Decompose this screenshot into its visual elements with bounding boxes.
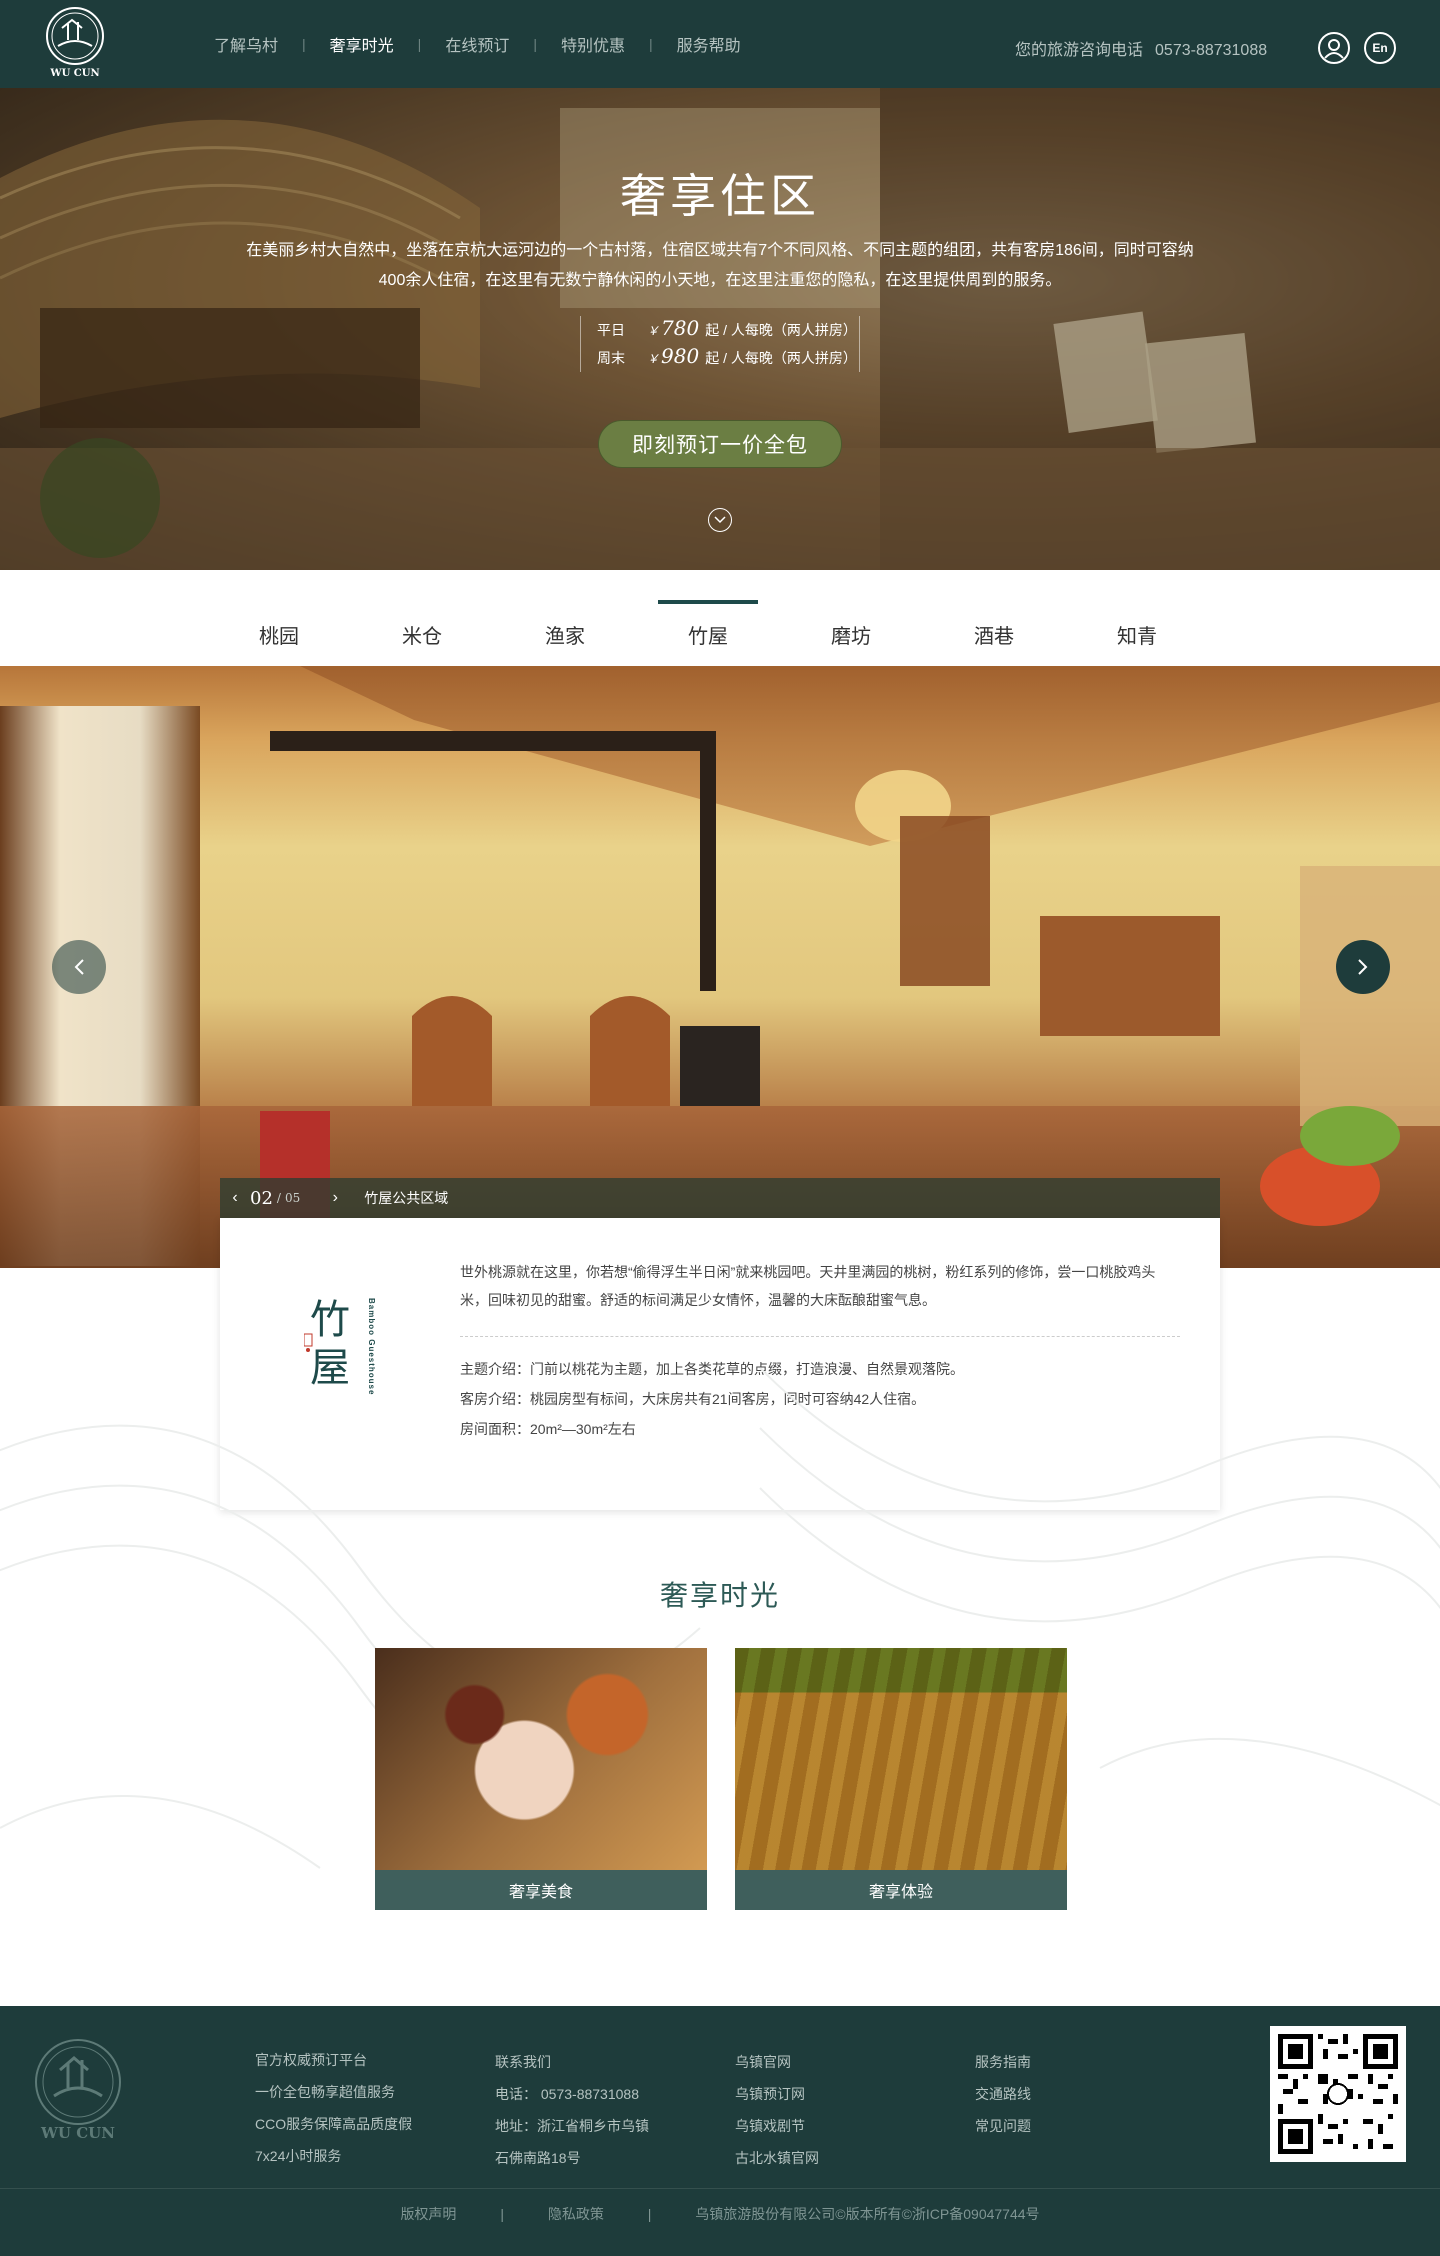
food-image (375, 1648, 707, 1870)
luxury-card-food[interactable]: 奢享美食 (375, 1648, 707, 1910)
hotline-number: 0573-88731088 (1155, 42, 1268, 59)
footer-text: CCO服务保障高品质度假 (255, 2116, 413, 2132)
tab-label: 酒巷 (974, 626, 1014, 648)
chevron-down-icon[interactable] (708, 508, 732, 532)
privacy-link[interactable]: 隐私政策 (548, 2206, 604, 2222)
copyright-text: 乌镇旅游股份有限公司©版本所有©浙ICP备09047744号 (695, 2206, 1040, 2222)
chevron-left-icon (74, 959, 84, 975)
footer-col-help: 服务指南 交通路线 常见问题 (975, 2046, 1031, 2142)
footer-link[interactable]: 常见问题 (975, 2110, 1031, 2142)
footer-phone: 电话： 0573-88731088 (495, 2086, 639, 2102)
footer-logo[interactable]: WU CUN (32, 2036, 124, 2144)
price-weekend: 周末 ￥ 980 起 / 人每晚（两人拼房） (581, 344, 859, 372)
footer-bottom-bar: 版权声明 | 隐私政策 | 乌镇旅游股份有限公司©版本所有©浙ICP备09047… (0, 2204, 1440, 2224)
gallery-prev-button[interactable] (52, 940, 106, 994)
price-label: 平日 (597, 322, 625, 338)
tab-taoyuan[interactable]: 桃园 (229, 600, 329, 666)
hotline-label: 您的旅游咨询电话 (1015, 42, 1144, 59)
hero-title: 奢享住区 (620, 169, 820, 223)
hotline: 您的旅游咨询电话 0573-88731088 (1015, 36, 1267, 60)
footer-text: 7x24小时服务 (255, 2148, 342, 2164)
tab-yujia[interactable]: 渔家 (515, 600, 615, 666)
nav-booking[interactable]: 在线预订 (421, 32, 533, 56)
footer-logo-text: WU CUN (41, 2124, 115, 2142)
footer-separator: | (500, 2206, 504, 2222)
tab-micang[interactable]: 米仓 (372, 600, 472, 666)
footer-col-services: 官方权威预订平台 一价全包畅享超值服务 CCO服务保障高品质度假 7x24小时服… (255, 2044, 412, 2172)
footer-col-links: 乌镇官网 乌镇预订网 乌镇戏剧节 古北水镇官网 (735, 2046, 819, 2174)
experience-image (735, 1648, 1067, 1870)
tab-label: 桃园 (259, 626, 299, 648)
footer-address: 地址：浙江省桐乡市乌镇 (495, 2118, 649, 2134)
price-label: 周末 (597, 350, 625, 366)
footer-text: 一价全包畅享超值服务 (255, 2084, 395, 2100)
hero-description: 在美丽乡村大自然中，坐落在京杭大运河边的一个古村落，住宿区域共有7个不同风格、不… (246, 242, 1194, 289)
caption-prev-icon[interactable]: ‹ (220, 1189, 250, 1207)
tab-label: 磨坊 (831, 626, 871, 648)
tab-mofang[interactable]: 磨坊 (801, 600, 901, 666)
slide-caption: 竹屋公共区域 (364, 1190, 449, 1206)
tab-label: 知青 (1117, 626, 1157, 648)
book-now-button[interactable]: 即刻预订一价全包 (598, 420, 842, 468)
site-logo[interactable]: WU CUN (44, 6, 106, 82)
language-toggle[interactable]: En (1364, 32, 1396, 64)
card-label: 奢享美食 (375, 1870, 707, 1910)
tab-label: 竹屋 (688, 626, 728, 648)
slide-separator: / (276, 1191, 281, 1205)
footer-divider (0, 2188, 1440, 2189)
footer-text: 官方权威预订平台 (255, 2052, 367, 2068)
chevron-right-icon (1358, 959, 1368, 975)
nav-help[interactable]: 服务帮助 (653, 32, 765, 56)
footer-separator: | (647, 2206, 652, 2222)
footer-link[interactable]: 服务指南 (975, 2046, 1031, 2078)
price-suffix: 起 / 人每晚（两人拼房） (705, 322, 857, 338)
gallery-next-button[interactable] (1336, 940, 1390, 994)
logo-text: WU CUN (50, 68, 100, 79)
price-value: 980 (661, 344, 700, 368)
footer-link[interactable]: 乌镇戏剧节 (735, 2110, 819, 2142)
background-pattern (0, 1268, 1440, 2008)
price-currency: ￥ (647, 324, 660, 338)
tab-label: 渔家 (545, 626, 585, 648)
caption-next-icon[interactable]: › (320, 1189, 350, 1207)
luxury-section-title: 奢享时光 (659, 1579, 780, 1612)
hero-banner: 奢享住区 在美丽乡村大自然中，坐落在京杭大运河边的一个古村落，住宿区域共有7个不… (0, 88, 1440, 570)
footer-contact-heading: 联系我们 (495, 2054, 551, 2070)
price-value: 780 (661, 316, 700, 340)
card-label: 奢享体验 (735, 1870, 1067, 1910)
residence-tabs: 桃园 米仓 渔家 竹屋 磨坊 酒巷 知青 (0, 570, 1440, 666)
footer-address-line2: 石佛南路18号 (495, 2150, 581, 2166)
price-box: 平日 ￥ 780 起 / 人每晚（两人拼房） 周末 ￥ 980 起 / 人每晚（… (580, 316, 860, 372)
footer-col-contact: 联系我们 电话： 0573-88731088 地址：浙江省桐乡市乌镇 石佛南路1… (495, 2046, 649, 2174)
qr-code-icon (1270, 2026, 1406, 2162)
tab-zhiqing[interactable]: 知青 (1087, 600, 1187, 666)
footer-link[interactable]: 古北水镇官网 (735, 2142, 819, 2174)
slide-total: 05 (284, 1191, 301, 1205)
copyright-link[interactable]: 版权声明 (400, 2206, 456, 2222)
footer-link[interactable]: 交通路线 (975, 2078, 1031, 2110)
tab-label: 米仓 (402, 626, 442, 648)
footer-link[interactable]: 乌镇预订网 (735, 2078, 819, 2110)
footer-link[interactable]: 乌镇官网 (735, 2046, 819, 2078)
main-nav: 了解乌村 | 奢享时光 | 在线预订 | 特别优惠 | 服务帮助 (190, 0, 765, 88)
nav-luxury[interactable]: 奢享时光 (306, 32, 418, 56)
nav-about[interactable]: 了解乌村 (190, 32, 302, 56)
nav-offers[interactable]: 特别优惠 (537, 32, 649, 56)
user-icon[interactable] (1318, 32, 1350, 64)
price-suffix: 起 / 人每晚（两人拼房） (705, 350, 857, 366)
tab-zhuwu[interactable]: 竹屋 (658, 600, 758, 666)
luxury-card-experience[interactable]: 奢享体验 (735, 1648, 1067, 1910)
price-currency: ￥ (647, 352, 660, 366)
gallery-caption-bar: ‹ 02 / 05 › 竹屋公共区域 (220, 1178, 1220, 1218)
slide-current: 02 (250, 1187, 273, 1209)
site-header: WU CUN 了解乌村 | 奢享时光 | 在线预订 | 特别优惠 | 服务帮助 … (0, 0, 1440, 88)
tab-jiuxiang[interactable]: 酒巷 (944, 600, 1044, 666)
price-weekday: 平日 ￥ 780 起 / 人每晚（两人拼房） (581, 316, 859, 344)
